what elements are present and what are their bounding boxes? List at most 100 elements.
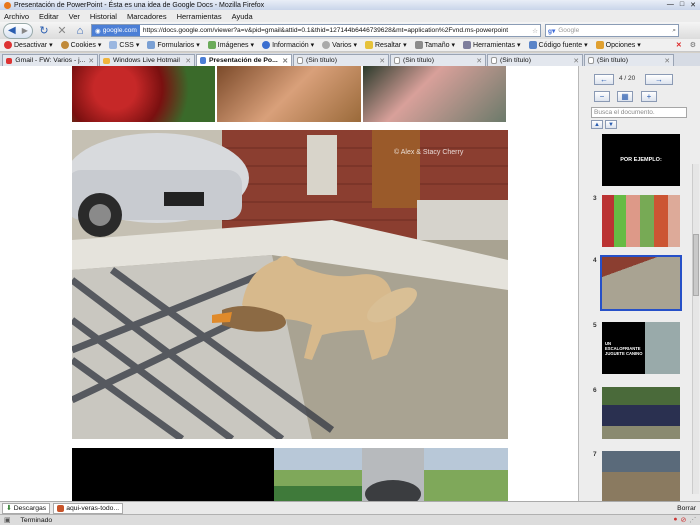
thumbnail-image[interactable] bbox=[602, 451, 680, 503]
bookmark-cookies[interactable]: Cookies ▾ bbox=[60, 41, 101, 49]
thumbnail-scrollbar-thumb[interactable] bbox=[693, 234, 699, 296]
slide-4-photo: © Alex & Stacy Cherry bbox=[72, 130, 508, 439]
bookmark-resaltar[interactable]: Resaltar ▾ bbox=[365, 41, 407, 49]
tab-presentacion[interactable]: Presentación de Po... ✕ bbox=[196, 54, 292, 66]
thumbnail-scrollbar[interactable] bbox=[692, 164, 699, 494]
bookmark-desactivar[interactable]: Desactivar ▾ bbox=[4, 41, 53, 49]
hotmail-icon bbox=[103, 57, 110, 64]
bookmark-label: Desactivar bbox=[14, 41, 48, 49]
tab-hotmail[interactable]: Windows Live Hotmail ✕ bbox=[99, 54, 195, 66]
forward-arrow-icon[interactable]: ▶ bbox=[22, 26, 28, 35]
slide-3-bottom bbox=[72, 66, 508, 122]
thumbnail-image[interactable] bbox=[602, 387, 680, 439]
bookmark-css[interactable]: CSS ▾ bbox=[109, 41, 139, 49]
tab-sin-titulo-4[interactable]: (Sin título) ✕ bbox=[584, 54, 674, 66]
tab-sin-titulo-2[interactable]: (Sin título) ✕ bbox=[390, 54, 486, 66]
blank-page-icon bbox=[588, 57, 594, 64]
download-item[interactable]: aqui-veras-todo... bbox=[53, 502, 124, 514]
menu-editar[interactable]: Editar bbox=[39, 12, 59, 21]
thumbnail-number: 7 bbox=[593, 451, 597, 458]
close-tab-icon[interactable]: ✕ bbox=[379, 57, 385, 65]
thumbnail-3[interactable]: 3 bbox=[593, 195, 693, 247]
bookmark-label: Resaltar bbox=[375, 41, 402, 49]
thumbnail-4[interactable]: 4 bbox=[593, 255, 693, 311]
bookmark-formularios[interactable]: Formularios ▾ bbox=[147, 41, 200, 49]
gmail-icon bbox=[6, 57, 13, 64]
prev-page-button[interactable]: ← bbox=[594, 74, 614, 85]
bookmark-label: Herramientas bbox=[473, 41, 516, 49]
bookmark-opciones[interactable]: Opciones ▾ bbox=[595, 41, 641, 49]
url-text[interactable]: https://docs.google.com/viewer?a=v&pid=g… bbox=[140, 27, 530, 34]
bookmark-star-icon[interactable]: ☆ bbox=[530, 27, 540, 35]
document-search-placeholder: Busca el documento. bbox=[594, 109, 655, 116]
tab-sin-titulo-3[interactable]: (Sin título) ✕ bbox=[487, 54, 583, 66]
download-arrow-icon: ⬇ bbox=[6, 505, 12, 512]
menu-ver[interactable]: Ver bbox=[69, 12, 80, 21]
bookmark-codigo-fuente[interactable]: Código fuente ▾ bbox=[528, 41, 588, 49]
browser-window: Presentación de PowerPoint - Ésta es una… bbox=[0, 0, 700, 525]
site-badge-label: google.com bbox=[102, 27, 137, 34]
bookmark-imagenes[interactable]: Imágenes ▾ bbox=[207, 41, 254, 49]
thumbnail-image[interactable] bbox=[600, 255, 682, 311]
zoom-out-button[interactable]: − bbox=[594, 91, 610, 102]
menu-herramientas[interactable]: Herramientas bbox=[177, 12, 222, 21]
next-page-button[interactable]: → bbox=[645, 74, 673, 85]
menu-marcadores[interactable]: Marcadores bbox=[127, 12, 167, 21]
menu-archivo[interactable]: Archivo bbox=[4, 12, 29, 21]
close-tab-icon[interactable]: ✕ bbox=[282, 57, 288, 65]
back-button[interactable]: ◀ ▶ bbox=[3, 22, 33, 39]
addon-status-icon[interactable]: ● bbox=[673, 516, 677, 524]
thumbnail-image[interactable]: UN ESCALOFRIANTE JUGUETE CANINO bbox=[602, 322, 680, 374]
close-window-icon[interactable]: ✕ bbox=[690, 1, 696, 9]
tab-gmail[interactable]: Gmail - FW: Varios - j... ✕ bbox=[2, 54, 98, 66]
site-identity-badge[interactable]: ◉ google.com bbox=[92, 25, 140, 36]
close-tab-icon[interactable]: ✕ bbox=[185, 57, 191, 65]
bookmark-label: Opciones bbox=[605, 41, 636, 49]
thumbnail-5[interactable]: 5 UN ESCALOFRIANTE JUGUETE CANINO bbox=[593, 322, 693, 374]
thumbnail-caption: UN ESCALOFRIANTE JUGUETE CANINO bbox=[605, 340, 643, 356]
back-arrow-icon: ◀ bbox=[8, 25, 16, 36]
search-box[interactable]: g▾ Google ⌕ bbox=[545, 24, 679, 37]
minimize-icon[interactable]: — bbox=[667, 1, 674, 9]
options-gear-icon[interactable]: ⚙ bbox=[690, 41, 700, 49]
search-up-button[interactable]: ▲ bbox=[591, 120, 603, 129]
close-tab-icon[interactable]: ✕ bbox=[573, 57, 579, 65]
bookmark-herramientas[interactable]: Herramientas ▾ bbox=[463, 41, 521, 49]
thumbnail-image[interactable] bbox=[602, 195, 680, 247]
garden-pipe-photo bbox=[72, 448, 508, 501]
maximize-icon[interactable]: □ bbox=[680, 1, 684, 9]
thumbnail-2[interactable]: POR EJEMPLO: bbox=[593, 134, 693, 186]
bookmark-informacion[interactable]: Información ▾ bbox=[262, 41, 314, 49]
thumbnail-caption: POR EJEMPLO: bbox=[620, 157, 662, 163]
google-search-engine-icon[interactable]: g▾ bbox=[548, 27, 555, 35]
menu-historial[interactable]: Historial bbox=[90, 12, 117, 21]
address-bar[interactable]: ◉ google.com https://docs.google.com/view… bbox=[91, 24, 541, 37]
document-search-input[interactable]: Busca el documento. bbox=[591, 107, 687, 118]
zoom-in-button[interactable]: + bbox=[641, 91, 657, 102]
tab-sin-titulo-1[interactable]: (Sin título) ✕ bbox=[293, 54, 389, 66]
document-viewer[interactable]: © Alex & Stacy Cherry bbox=[0, 66, 578, 501]
close-tab-icon[interactable]: ✕ bbox=[476, 57, 482, 65]
home-icon[interactable]: ⌂ bbox=[73, 24, 87, 38]
search-icon[interactable]: ⌕ bbox=[672, 27, 678, 35]
menu-ayuda[interactable]: Ayuda bbox=[232, 12, 253, 21]
disable-red-x-icon[interactable]: ✕ bbox=[676, 41, 682, 49]
security-status-icon[interactable]: ⊘ bbox=[681, 516, 687, 524]
stop-icon[interactable]: ✕ bbox=[55, 24, 69, 38]
close-tab-icon[interactable]: ✕ bbox=[88, 57, 94, 65]
search-down-button[interactable]: ▼ bbox=[605, 120, 617, 129]
globe-icon: ◉ bbox=[95, 27, 101, 35]
tools-icon bbox=[463, 41, 472, 49]
status-bar: ▣ Terminado ● ⊘ ⋰ bbox=[0, 514, 700, 525]
tab-label: Presentación de Po... bbox=[209, 57, 278, 64]
downloads-button[interactable]: ⬇ Descargas bbox=[2, 502, 51, 514]
grid-view-button[interactable]: ▦ bbox=[617, 91, 633, 102]
bookmark-tamano[interactable]: Tamaño ▾ bbox=[414, 41, 455, 49]
thumbnail-image[interactable]: POR EJEMPLO: bbox=[602, 134, 680, 186]
reload-icon[interactable]: ↻ bbox=[37, 24, 51, 38]
thumbnail-7[interactable]: 7 bbox=[593, 451, 693, 503]
close-tab-icon[interactable]: ✕ bbox=[664, 57, 670, 65]
clear-downloads-button[interactable]: Borrar bbox=[677, 505, 700, 512]
thumbnail-6[interactable]: 6 bbox=[593, 387, 693, 439]
bookmark-varios[interactable]: Varios ▾ bbox=[322, 41, 357, 49]
